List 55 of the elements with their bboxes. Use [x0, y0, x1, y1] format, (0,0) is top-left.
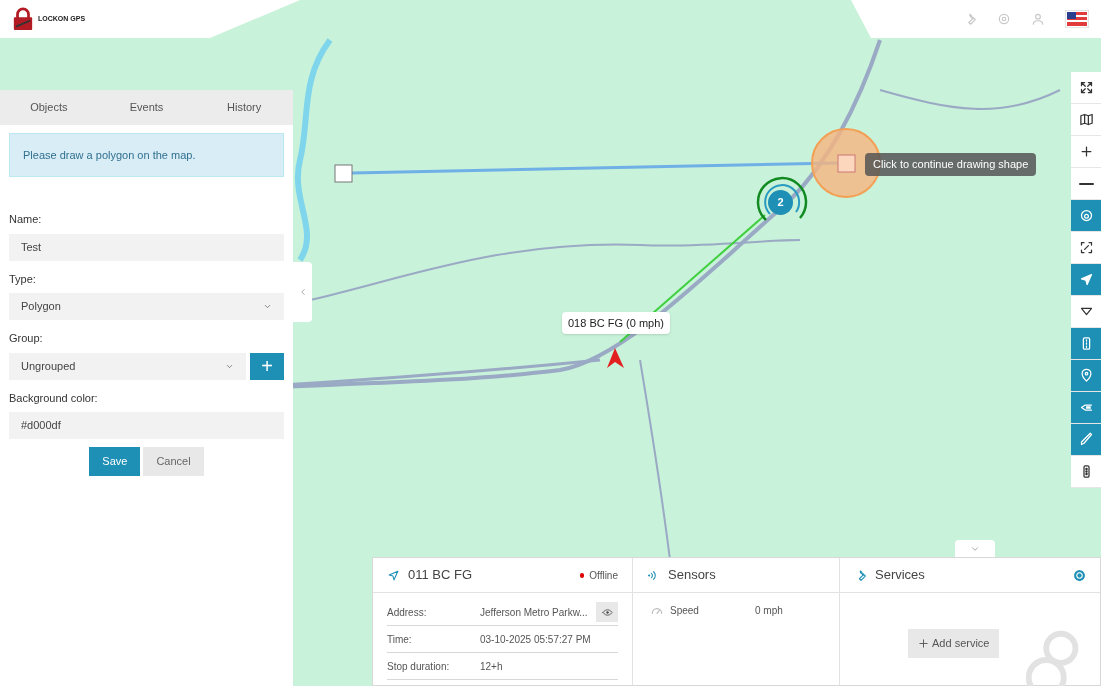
map-tool-button[interactable] — [1071, 296, 1101, 328]
padlock-logo-icon — [12, 7, 34, 31]
panel-title: 011 BC FG — [408, 566, 473, 585]
navigation-arrow-icon — [387, 568, 400, 582]
navigation-arrow-icon — [1078, 272, 1094, 287]
flag-icon[interactable] — [1065, 10, 1089, 28]
focus-icon — [1078, 240, 1094, 255]
pen-icon — [1078, 432, 1094, 447]
input-field[interactable]: #d000df — [9, 412, 284, 439]
drawing-tooltip: Click to continue drawing shape — [865, 153, 1037, 176]
polygon-vertex[interactable] — [837, 154, 856, 173]
location-pin-icon — [1078, 368, 1094, 383]
status-text: Offline — [589, 568, 618, 583]
save-button[interactable]: Save — [89, 447, 141, 476]
input-field[interactable]: Test — [9, 233, 284, 261]
add-service-button[interactable]: Add service — [908, 629, 1000, 658]
detail-value: 12+h — [480, 659, 504, 674]
cluster-ring — [756, 176, 808, 221]
select-field[interactable]: Ungrouped — [9, 352, 246, 380]
map-tool-button[interactable] — [1071, 104, 1101, 136]
detail-label: Time: — [387, 632, 413, 647]
vehicle-label: 018 BC FG (0 mph) — [562, 312, 670, 334]
vehicle-arrow-icon[interactable] — [607, 348, 624, 368]
eye-icon — [601, 606, 613, 618]
field-label: Name: — [9, 212, 43, 227]
panel-title: Sensors — [668, 566, 716, 585]
field-label: Type: — [9, 271, 37, 287]
map-tool-button[interactable] — [1071, 168, 1101, 200]
map-tool-button[interactable] — [1071, 232, 1101, 264]
plus-icon — [918, 638, 929, 649]
polygon-vertex[interactable] — [334, 164, 353, 183]
minus-icon — [1078, 182, 1094, 185]
select-field[interactable]: Polygon — [9, 293, 284, 320]
cancel-button[interactable]: Cancel — [143, 447, 204, 476]
add-button[interactable]: + — [250, 352, 284, 380]
panel-title: Services — [875, 566, 925, 585]
collapse-handle[interactable] — [293, 262, 312, 322]
detail-value: Jefferson Metro Parkw... — [480, 605, 589, 620]
gauge-icon — [1078, 208, 1094, 223]
map-icon — [1078, 112, 1094, 127]
settings-icon[interactable] — [1073, 568, 1086, 582]
expand-handle[interactable] — [955, 540, 995, 557]
fullscreen-icon — [1078, 80, 1094, 95]
detail-label: Stop duration: — [387, 659, 451, 674]
map-tool-button[interactable] — [1071, 72, 1101, 104]
detail-value: 03-10-2025 05:57:27 PM — [480, 632, 592, 647]
alert-message: Please draw a polygon on the map. — [9, 133, 284, 177]
plus-icon — [1078, 144, 1094, 159]
view-button[interactable] — [596, 602, 618, 622]
sensor-value: 0 mph — [755, 604, 783, 618]
field-label: Group: — [9, 331, 44, 346]
chevron-down-icon — [263, 302, 272, 311]
detail-label: Address: — [387, 605, 428, 620]
field-label: Background color: — [9, 390, 99, 406]
sensor-name: Speed — [670, 604, 700, 618]
